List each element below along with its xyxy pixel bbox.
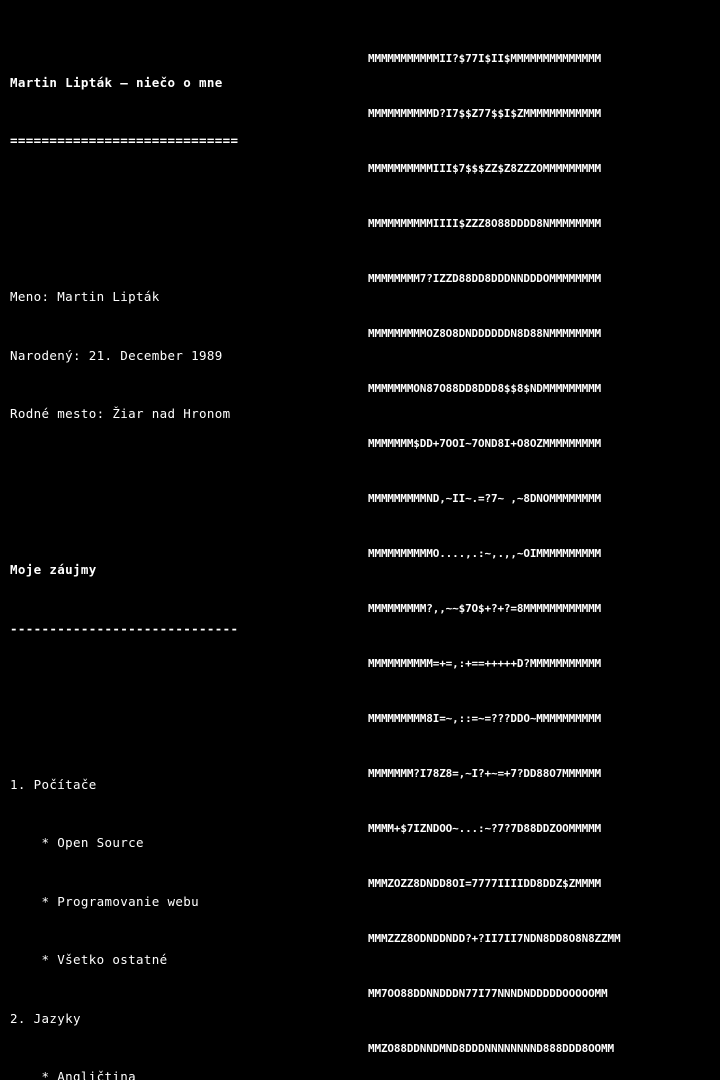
ascii-art-line: MMMMMMMMM8I=~,::=~=???DDO~MMMMMMMMMM: [368, 712, 602, 726]
terminal-screen: Martin Lipták – niečo o mne ============…: [0, 0, 720, 1080]
ascii-art-line: MMMMMMMM7?IZZD88DD8DDDNNDDDOMMMMMMMM: [368, 271, 602, 285]
ascii-art-line: MMMZZZ8ODNDDNDD?+?II7II7NDN8DD8O8N8ZZMM: [368, 932, 621, 946]
page-title: Martin Lipták – niečo o mne: [10, 74, 223, 90]
list-item: * Všetko ostatné: [10, 952, 168, 967]
interests-heading: Moje záujmy: [10, 562, 97, 577]
ascii-art-line: MMMMMMMMMMMII?$77I$II$MMMMMMMMMMMMMM: [368, 51, 602, 65]
title-rule: =============================: [10, 133, 239, 148]
ascii-art-line: MMMM+$7IZNDOO~...:~?7?7D88DDZOOMMMMM: [368, 822, 602, 836]
list-item: * Open Source: [10, 835, 144, 850]
interests-rule: -----------------------------: [10, 620, 239, 636]
ascii-art-line: MMMMMMMMMMIIII$ZZZ8O88DDDD8NMMMMMMMM: [368, 216, 602, 230]
list-item: * Angličtina: [10, 1069, 137, 1080]
ascii-art-line: MMZO88DDNNDMND8DDDNNNNNNNND888DDD8OOMM: [368, 1042, 614, 1056]
detail-name: Meno: Martin Lipták: [10, 289, 160, 304]
ascii-art-line: MMMZOZZ8DNDD8OI=7777IIIIDD8DDZ$ZMMMM: [368, 877, 602, 891]
list-item: * Programovanie webu: [10, 893, 200, 909]
ascii-art-line: MMMMMMMMMND,~II~.=?7~ ,~8DNOMMMMMMMM: [368, 491, 602, 505]
ascii-art-line: MMMMMMMMM?,,~~$7O$+?+?=8MMMMMMMMMMMM: [368, 602, 602, 615]
ascii-art-line: MM7OO88DDNNDDDN77I77NNNDNDDDDDOOOOOMM: [368, 987, 608, 1001]
ascii-art-line: MMMMMMM$DD+7OOI~7OND8I+O8OZMMMMMMMMM: [368, 436, 602, 450]
ascii-art-line: MMMMMMMMMOZ8O8DNDDDDDDN8D88NMMMMMMMM: [368, 326, 602, 340]
info-pane: Martin Lipták – niečo o mne ============…: [0, 0, 364, 1080]
ascii-art-portrait: MMMMMMMMMMMII?$77I$II$MMMMMMMMMMMMMM MMM…: [366, 0, 720, 1080]
detail-hometown: Rodné mesto: Žiar nad Hronom: [10, 406, 231, 421]
ascii-art-line: MMMMMMM?I78Z8=,~I?+~=+7?DD88O7MMMMMM: [368, 767, 602, 781]
detail-birthdate: Narodený: 21. December 1989: [10, 347, 223, 363]
ascii-art-line: MMMMMMMMMM=+=,:+==+++++D?MMMMMMMMMMM: [368, 657, 602, 671]
ascii-art-line: MMMMMMMMMMO....,.:~,.,,~OIMMMMMMMMMM: [368, 546, 602, 560]
ascii-art-line: MMMMMMMMMMIII$7$$$ZZ$Z8ZZZOMMMMMMMMM: [368, 161, 602, 175]
list-item: 1. Počítače: [10, 776, 97, 792]
list-item: 2. Jazyky: [10, 1010, 81, 1026]
ascii-art-line: MMMMMMMMMMD?I7$$Z77$$I$ZMMMMMMMMMMMM: [368, 106, 602, 120]
ascii-art-line: MMMMMMMON87O88DD8DDD8$$8$NDMMMMMMMMM: [368, 381, 602, 395]
